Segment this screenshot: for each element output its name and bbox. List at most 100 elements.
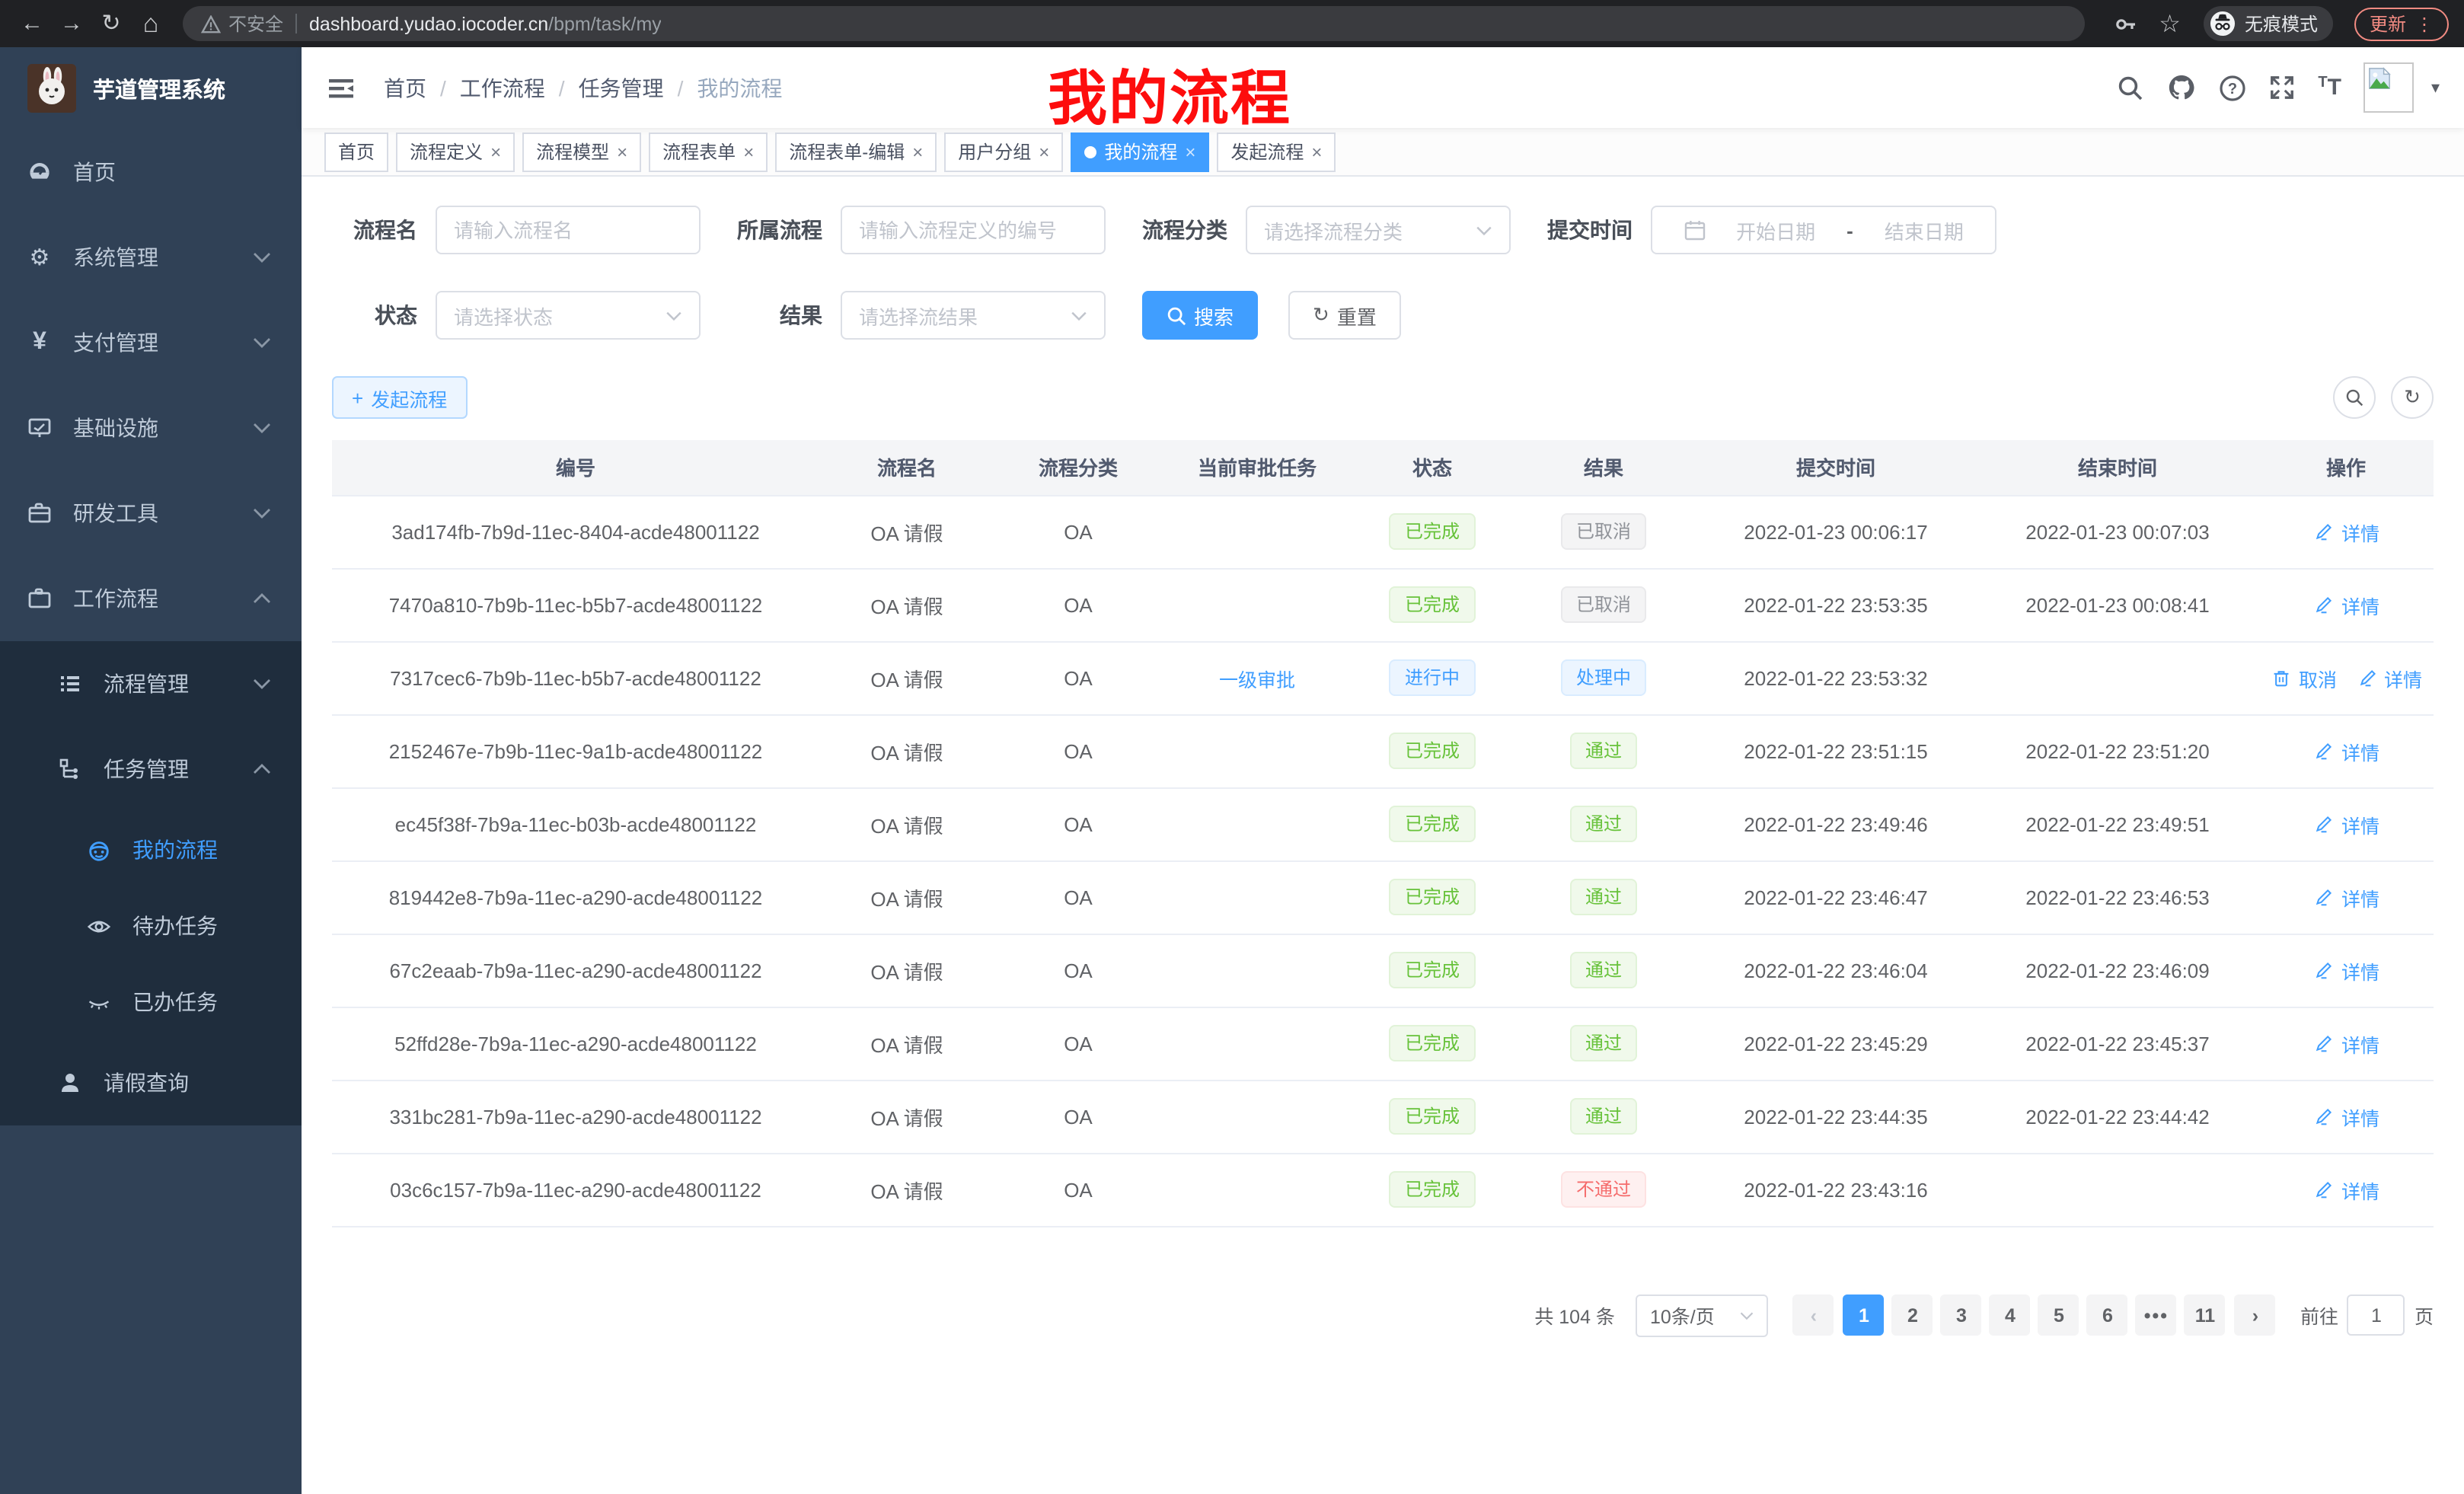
status-badge: 已完成 [1390,1171,1475,1208]
sidebar-item-payment-management[interactable]: ¥支付管理 [0,300,302,385]
detail-link[interactable]: 详情 [2312,809,2379,838]
sidebar-item-todo-tasks[interactable]: 待办任务 [0,888,302,964]
search-icon[interactable] [2117,74,2144,101]
table-tools: ↻ [2333,376,2434,419]
page-button-3[interactable]: 3 [1941,1294,1982,1336]
address-bar[interactable]: 不安全 dashboard.yudao.iocoder.cn/bpm/task/… [183,6,2084,41]
detail-link[interactable]: 详情 [2312,1102,2379,1131]
robot-icon [87,838,111,862]
chevron-down-icon [253,678,271,690]
detail-link[interactable]: 详情 [2312,956,2379,985]
breadcrumb-item[interactable]: 任务管理 [579,72,664,103]
update-button[interactable]: 更新 ⋮ [2354,7,2449,40]
page-button-11[interactable]: 11 [2185,1294,2226,1336]
tab-process-form-edit[interactable]: 流程表单-编辑× [775,132,937,171]
close-icon[interactable]: × [1311,141,1322,162]
font-size-icon[interactable]: TT [2318,75,2341,101]
sidebar-item-process-management[interactable]: 流程管理 [0,641,302,726]
close-icon[interactable]: × [743,141,754,162]
edit-icon [2312,1031,2337,1055]
date-range-picker[interactable]: 开始日期 - 结束日期 [1651,206,1996,254]
category-select[interactable]: 请选择流程分类 [1246,206,1511,254]
page-size-select[interactable]: 10条/页 [1636,1294,1769,1336]
workflow-submenu: 流程管理任务管理我的流程待办任务已办任务请假查询 [0,641,302,1125]
detail-link[interactable]: 详情 [2312,736,2379,765]
hide-search-button[interactable] [2333,376,2376,419]
sidebar-item-workflow[interactable]: 工作流程 [0,556,302,641]
create-process-label: 发起流程 [371,383,447,412]
sidebar-item-task-management[interactable]: 任务管理 [0,726,302,812]
process-def-input[interactable] [841,206,1106,254]
bookmark-star-icon[interactable]: ☆ [2159,8,2181,39]
sidebar-item-dev-tools[interactable]: 研发工具 [0,471,302,556]
sidebar-item-leave-query[interactable]: 请假查询 [0,1040,302,1125]
page-button-2[interactable]: 2 [1892,1294,1933,1336]
status-badge: 已完成 [1390,586,1475,623]
detail-link[interactable]: 详情 [2312,590,2379,619]
prev-page-button[interactable]: ‹ [1793,1294,1834,1336]
github-icon[interactable] [2167,73,2196,102]
close-icon[interactable]: × [1185,141,1195,162]
tab-process-model[interactable]: 流程模型× [522,132,641,171]
breadcrumb-item[interactable]: 工作流程 [460,72,545,103]
cell-status: 已完成 [1352,934,1512,1007]
detail-link[interactable]: 详情 [2312,1175,2379,1204]
detail-link[interactable]: 详情 [2312,517,2379,546]
breadcrumb-item[interactable]: 首页 [384,72,426,103]
url-host: dashboard.yudao.iocoder.cn [309,13,548,34]
close-icon[interactable]: × [490,141,501,162]
page-button-6[interactable]: 6 [2087,1294,2128,1336]
avatar-caret-icon[interactable]: ▾ [2431,78,2440,97]
process-name-input[interactable] [436,206,701,254]
tab-process-definition[interactable]: 流程定义× [396,132,515,171]
tab-my-process[interactable]: 我的流程× [1071,132,1209,171]
refresh-table-button[interactable]: ↻ [2391,376,2434,419]
task-link[interactable]: 一级审批 [1219,663,1295,692]
help-icon[interactable]: ? [2219,74,2246,101]
tab-user-group[interactable]: 用户分组× [944,132,1063,171]
tab-home[interactable]: 首页 [324,132,388,171]
detail-link[interactable]: 详情 [2355,663,2422,692]
page-button-4[interactable]: 4 [1990,1294,2031,1336]
avatar[interactable] [2364,62,2415,113]
tab-process-form[interactable]: 流程表单× [649,132,768,171]
jump-page-input[interactable] [2348,1294,2405,1336]
sidebar-item-infrastructure[interactable]: 基础设施 [0,385,302,471]
close-icon[interactable]: × [1039,141,1049,162]
fullscreen-icon[interactable] [2269,75,2295,101]
security-chip[interactable]: 不安全 [201,11,283,37]
cell-status: 已完成 [1352,1007,1512,1080]
detail-link[interactable]: 详情 [2312,1029,2379,1058]
forward-icon[interactable]: → [55,7,88,40]
sidebar-item-done-tasks[interactable]: 已办任务 [0,964,302,1040]
page-button-5[interactable]: 5 [2038,1294,2079,1336]
sidebar-item-label: 工作流程 [73,583,158,614]
page-button-1[interactable]: 1 [1843,1294,1885,1336]
hamburger-icon[interactable] [326,72,356,103]
sidebar-item-home[interactable]: 首页 [0,129,302,215]
reset-button[interactable]: ↻ 重置 [1288,291,1401,340]
back-icon[interactable]: ← [15,7,49,40]
browser-menu-icon[interactable]: ⋮ [2415,13,2434,34]
more-pages-button[interactable]: ••• [2136,1294,2177,1336]
filter-process-name: 流程名 [332,206,701,254]
date-end-placeholder[interactable]: 结束日期 [1885,215,1964,244]
detail-link[interactable]: 详情 [2312,883,2379,911]
close-icon[interactable]: × [912,141,923,162]
result-select[interactable]: 请选择流结果 [841,291,1106,340]
cancel-link[interactable]: 取消 [2270,663,2337,692]
sidebar-item-my-process[interactable]: 我的流程 [0,812,302,888]
date-start-placeholder[interactable]: 开始日期 [1736,215,1815,244]
cell-process-name: OA 请假 [819,1007,994,1080]
sidebar-item-system-management[interactable]: ⚙系统管理 [0,215,302,300]
next-page-button[interactable]: › [2235,1294,2276,1336]
search-button[interactable]: 搜索 [1142,291,1258,340]
reload-icon[interactable]: ↻ [94,7,128,40]
main-area: 首页/工作流程/任务管理/我的流程 ? TT [302,47,2464,1494]
status-select[interactable]: 请选择状态 [436,291,701,340]
home-icon[interactable]: ⌂ [134,7,168,40]
close-icon[interactable]: × [617,141,627,162]
tab-start-process[interactable]: 发起流程× [1217,132,1336,171]
create-process-button[interactable]: + 发起流程 [332,376,467,419]
key-icon[interactable] [2113,11,2137,36]
